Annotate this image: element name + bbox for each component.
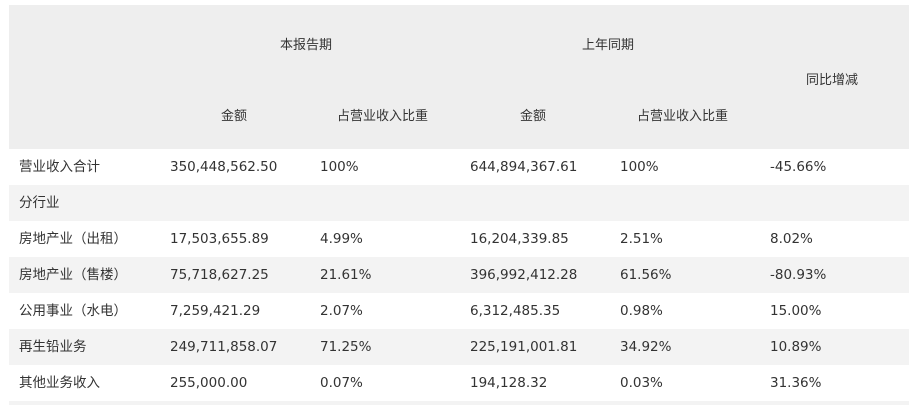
row-label: 其他业务收入 [19,375,100,391]
yoy-change: 31.36% [770,375,822,391]
row-label: 公用事业（水电） [19,303,127,319]
share-current: 21.61% [320,267,372,283]
amount-current: 7,259,421.29 [170,303,261,319]
amount-prior: 396,992,412.28 [470,267,578,283]
share-current: 2.07% [320,303,363,319]
yoy-change: -45.66% [770,159,827,175]
amount-current: 249,711,858.07 [170,339,278,355]
table-header: 本报告期 上年同期 同比增减 金额 占营业收入比重 金额 占营业收入比重 [9,5,909,149]
table-bottom-band [9,401,909,405]
share-prior: 0.98% [620,303,663,319]
share-prior: 61.56% [620,267,672,283]
table-row: 房地产业（售楼） 75,718,627.25 21.61% 396,992,41… [9,257,909,293]
table-row: 公用事业（水电） 7,259,421.29 2.07% 6,312,485.35… [9,293,909,329]
amount-current: 17,503,655.89 [170,231,269,247]
row-label: 再生铅业务 [19,339,87,355]
amount-current: 255,000.00 [170,375,248,391]
header-amount-prior: 金额 [520,109,547,124]
table-row: 再生铅业务 249,711,858.07 71.25% 225,191,001.… [9,329,909,365]
share-current: 100% [320,159,359,175]
row-label: 分行业 [19,195,60,211]
amount-prior: 194,128.32 [470,375,548,391]
yoy-change: -80.93% [770,267,827,283]
amount-prior: 6,312,485.35 [470,303,561,319]
table-row: 房地产业（出租） 17,503,655.89 4.99% 16,204,339.… [9,221,909,257]
header-share-current: 占营业收入比重 [337,109,429,124]
row-label: 房地产业（售楼） [19,267,127,283]
share-prior: 100% [620,159,659,175]
revenue-table: 本报告期 上年同期 同比增减 金额 占营业收入比重 金额 占营业收入比重 营业收… [9,5,909,405]
table-row: 营业收入合计 350,448,562.50 100% 644,894,367.6… [9,149,909,185]
share-prior: 34.92% [620,339,672,355]
table-row: 其他业务收入 255,000.00 0.07% 194,128.32 0.03%… [9,365,909,401]
yoy-change: 15.00% [770,303,822,319]
share-current: 0.07% [320,375,363,391]
amount-prior: 16,204,339.85 [470,231,569,247]
row-label: 营业收入合计 [19,159,100,175]
header-current-period: 本报告期 [280,38,333,53]
amount-current: 350,448,562.50 [170,159,278,175]
amount-current: 75,718,627.25 [170,267,269,283]
header-amount-current: 金额 [221,109,248,124]
table-row: 分行业 [9,185,909,221]
header-yoy-change: 同比增减 [806,73,859,88]
share-current: 4.99% [320,231,363,247]
share-prior: 0.03% [620,375,663,391]
amount-prior: 225,191,001.81 [470,339,578,355]
share-prior: 2.51% [620,231,663,247]
yoy-change: 8.02% [770,231,813,247]
yoy-change: 10.89% [770,339,822,355]
share-current: 71.25% [320,339,372,355]
amount-prior: 644,894,367.61 [470,159,578,175]
header-share-prior: 占营业收入比重 [637,109,729,124]
row-label: 房地产业（出租） [19,231,127,247]
header-prior-period: 上年同期 [582,38,635,53]
